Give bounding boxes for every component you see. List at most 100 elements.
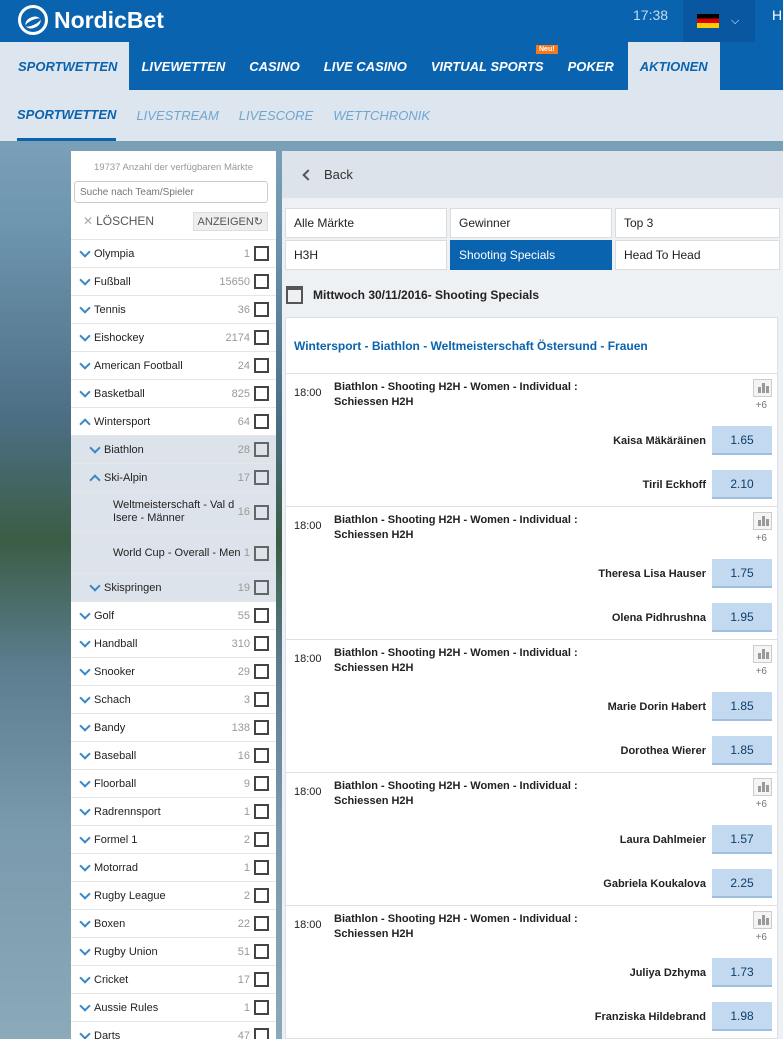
chevron-down-icon[interactable] — [79, 831, 91, 844]
subnav-wettchronik[interactable]: WETTCHRONIK — [333, 90, 430, 141]
statistics-icon[interactable] — [753, 645, 772, 663]
sidebar-item-checkbox[interactable] — [254, 386, 269, 401]
chevron-down-icon[interactable] — [79, 887, 91, 900]
statistics-icon[interactable] — [753, 911, 772, 929]
chevron-down-icon[interactable] — [79, 273, 91, 286]
chevron-down-icon[interactable] — [79, 663, 91, 676]
sidebar-item-checkbox[interactable] — [254, 804, 269, 819]
chevron-down-icon[interactable] — [89, 579, 101, 592]
tab-top-3[interactable]: Top 3 — [615, 208, 780, 238]
tab-h3h[interactable]: H3H — [285, 240, 447, 270]
sidebar-item-checkbox[interactable] — [254, 860, 269, 875]
sidebar-item[interactable]: Basketball 825 — [71, 379, 276, 407]
sidebar-item[interactable]: Ski-Alpin 17 — [71, 463, 276, 491]
nav-sportwetten[interactable]: SPORTWETTEN — [0, 42, 130, 90]
sidebar-item[interactable]: Rugby Union 51 — [71, 937, 276, 965]
sidebar-item[interactable]: Darts 47 — [71, 1021, 276, 1039]
sidebar-item[interactable]: Biathlon 28 — [71, 435, 276, 463]
sidebar-item-checkbox[interactable] — [254, 580, 269, 595]
sidebar-item[interactable]: Schach 3 — [71, 685, 276, 713]
sidebar-item[interactable]: Handball 310 — [71, 629, 276, 657]
sidebar-item-checkbox[interactable] — [254, 608, 269, 623]
nav-casino[interactable]: CASINO — [237, 42, 312, 90]
sidebar-item[interactable]: Eishockey 2174 — [71, 323, 276, 351]
chevron-down-icon[interactable] — [79, 719, 91, 732]
nav-virtual-sports[interactable]: VIRTUAL SPORTS Neu! — [419, 42, 558, 90]
sidebar-item[interactable]: Bandy 138 — [71, 713, 276, 741]
chevron-down-icon[interactable] — [79, 1027, 91, 1039]
subnav-livestream[interactable]: LIVESTREAM — [136, 90, 218, 141]
chevron-down-icon[interactable] — [79, 329, 91, 342]
sidebar-item-checkbox[interactable] — [254, 470, 269, 485]
tab-alle-maerkte[interactable]: Alle Märkte — [285, 208, 447, 238]
odds-button[interactable]: 1.57 — [712, 825, 772, 854]
sidebar-item[interactable]: American Football 24 — [71, 351, 276, 379]
sidebar-item-checkbox[interactable] — [254, 330, 269, 345]
sidebar-item-checkbox[interactable] — [254, 302, 269, 317]
sidebar-item-checkbox[interactable] — [254, 720, 269, 735]
sidebar-item[interactable]: Motorrad 1 — [71, 853, 276, 881]
sidebar-item-checkbox[interactable] — [254, 748, 269, 763]
statistics-icon[interactable] — [753, 778, 772, 796]
match-title[interactable]: Biathlon - Shooting H2H - Women - Indivi… — [334, 912, 634, 942]
more-markets-link[interactable]: +6 — [756, 400, 767, 411]
match-title[interactable]: Biathlon - Shooting H2H - Women - Indivi… — [334, 380, 634, 410]
tab-gewinner[interactable]: Gewinner — [450, 208, 612, 238]
sidebar-item[interactable]: Tennis 36 — [71, 295, 276, 323]
nav-livewetten[interactable]: LIVEWETTEN — [129, 42, 237, 90]
sidebar-item-checkbox[interactable] — [254, 358, 269, 373]
sidebar-item-checkbox[interactable] — [254, 692, 269, 707]
chevron-down-icon[interactable] — [79, 357, 91, 370]
chevron-down-icon[interactable] — [79, 859, 91, 872]
sidebar-item[interactable]: Radrennsport 1 — [71, 797, 276, 825]
sidebar-item[interactable]: Aussie Rules 1 — [71, 993, 276, 1021]
sidebar-item-checkbox[interactable] — [254, 916, 269, 931]
sidebar-item-checkbox[interactable] — [254, 1028, 269, 1039]
clear-button[interactable]: ✕ LÖSCHEN — [83, 214, 154, 228]
chevron-down-icon[interactable] — [79, 775, 91, 788]
odds-button[interactable]: 1.85 — [712, 692, 772, 721]
chevron-up-icon[interactable] — [79, 417, 91, 430]
sidebar-item[interactable]: Formel 1 2 — [71, 825, 276, 853]
header-link[interactable]: H — [772, 7, 782, 23]
sidebar-item-checkbox[interactable] — [254, 636, 269, 651]
more-markets-link[interactable]: +6 — [756, 799, 767, 810]
sidebar-item-checkbox[interactable] — [254, 944, 269, 959]
chevron-down-icon[interactable] — [79, 245, 91, 258]
nav-live-casino[interactable]: LIVE CASINO — [312, 42, 419, 90]
sidebar-item[interactable]: Olympia 1 — [71, 239, 276, 267]
sidebar-item[interactable]: Cricket 17 — [71, 965, 276, 993]
sidebar-item[interactable]: Fußball 15650 — [71, 267, 276, 295]
search-input[interactable] — [74, 181, 268, 203]
chevron-down-icon[interactable] — [79, 301, 91, 314]
subnav-livescore[interactable]: LIVESCORE — [239, 90, 313, 141]
odds-button[interactable]: 1.95 — [712, 603, 772, 632]
odds-button[interactable]: 1.73 — [712, 958, 772, 987]
chevron-down-icon[interactable] — [79, 635, 91, 648]
sidebar-item[interactable]: Skispringen 19 — [71, 573, 276, 601]
nav-poker[interactable]: POKER — [556, 42, 626, 90]
sidebar-item[interactable]: Wintersport 64 — [71, 407, 276, 435]
sidebar-item-checkbox[interactable] — [254, 1000, 269, 1015]
match-title[interactable]: Biathlon - Shooting H2H - Women - Indivi… — [334, 646, 634, 676]
chevron-down-icon[interactable] — [79, 803, 91, 816]
chevron-up-icon[interactable] — [89, 473, 101, 486]
sidebar-item-checkbox[interactable] — [254, 972, 269, 987]
more-markets-link[interactable]: +6 — [756, 932, 767, 943]
sidebar-item[interactable]: Snooker 29 — [71, 657, 276, 685]
sidebar-item[interactable]: Boxen 22 — [71, 909, 276, 937]
more-markets-link[interactable]: +6 — [756, 533, 767, 544]
odds-button[interactable]: 1.85 — [712, 736, 772, 765]
event-title[interactable]: Wintersport - Biathlon - Weltmeisterscha… — [286, 318, 777, 374]
chevron-down-icon[interactable] — [79, 607, 91, 620]
chevron-down-icon[interactable] — [79, 943, 91, 956]
sidebar-item[interactable]: Floorball 9 — [71, 769, 276, 797]
language-selector[interactable]: ⌵ — [683, 0, 755, 42]
sidebar-item-checkbox[interactable] — [254, 246, 269, 261]
sidebar-item-checkbox[interactable] — [254, 504, 269, 520]
odds-button[interactable]: 2.25 — [712, 869, 772, 898]
nordicbet-logo[interactable]: NordicBet — [18, 5, 164, 35]
odds-button[interactable]: 1.65 — [712, 426, 772, 455]
odds-button[interactable]: 1.98 — [712, 1002, 772, 1031]
back-button[interactable]: Back — [282, 151, 783, 198]
